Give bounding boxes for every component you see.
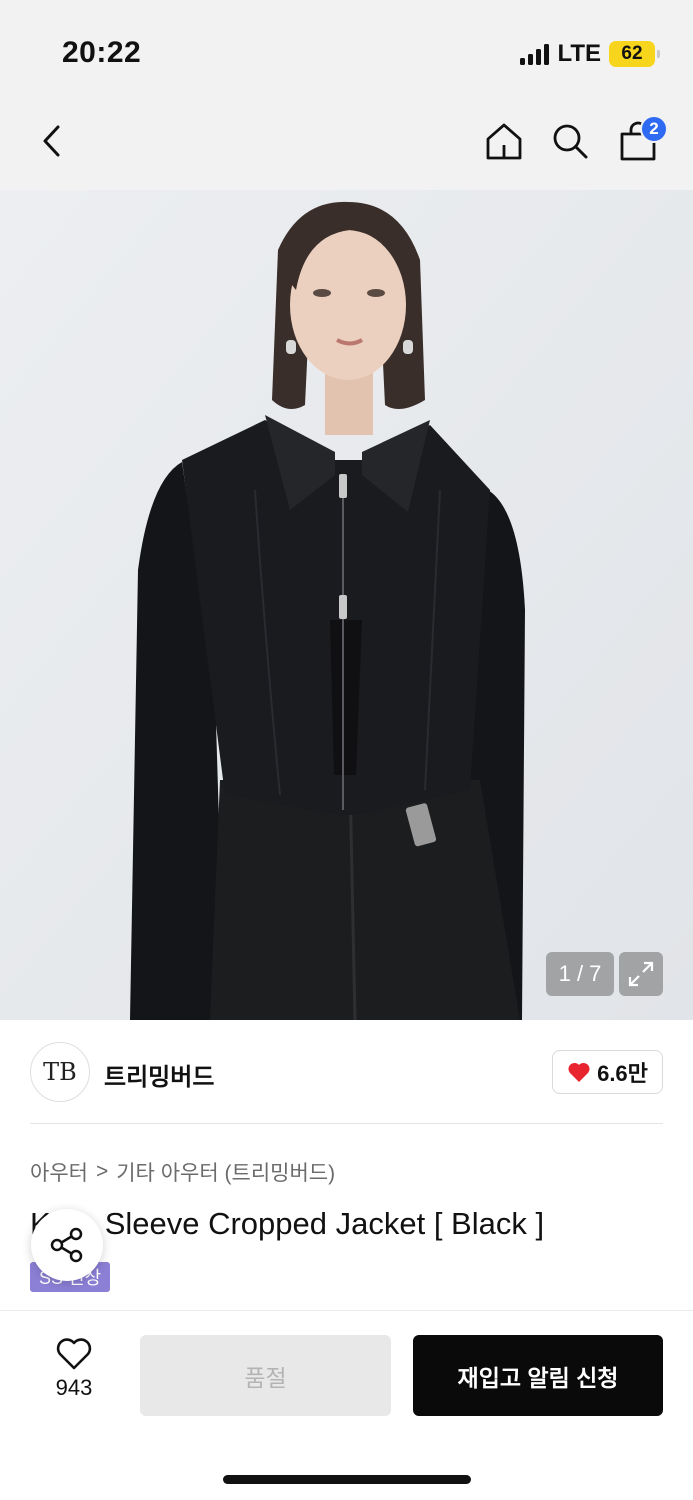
breadcrumb-outer[interactable]: 아우터 (30, 1157, 88, 1187)
battery-icon: 62 (609, 41, 660, 67)
status-indicators: LTE 62 (520, 40, 660, 68)
product-photo (0, 190, 693, 1020)
brand-name[interactable]: 트리밍버드 (104, 1057, 214, 1092)
product-image[interactable] (0, 190, 693, 1020)
top-nav-bar: 2 (0, 95, 693, 190)
home-button[interactable] (476, 113, 532, 169)
heart-filled-icon (568, 1062, 590, 1082)
brand-logo[interactable]: TB (30, 1042, 90, 1102)
image-counter: 1 / 7 (546, 952, 614, 996)
home-icon (486, 123, 522, 160)
chevron-left-icon (43, 125, 60, 157)
share-icon (50, 1227, 83, 1263)
back-button[interactable] (24, 113, 80, 169)
wishlist-button[interactable]: 943 (40, 1337, 108, 1407)
breadcrumb-separator: > (95, 1160, 109, 1183)
signal-icon (520, 43, 550, 65)
search-button[interactable] (542, 113, 598, 169)
soldout-button[interactable]: 품절 (140, 1335, 391, 1416)
brand-row: TB 트리밍버드 6.6만 (0, 1020, 693, 1124)
search-icon (553, 124, 588, 159)
home-indicator[interactable] (223, 1475, 471, 1484)
share-button[interactable] (31, 1209, 103, 1281)
heart-outline-icon (56, 1338, 92, 1370)
cart-button[interactable]: 2 (610, 113, 668, 169)
status-time: 20:22 (62, 36, 142, 69)
breadcrumb-category[interactable]: 기타 아우터 (트리밍버드) (116, 1157, 335, 1187)
wishlist-count: 943 (55, 1375, 93, 1400)
restock-alert-button[interactable]: 재입고 알림 신청 (413, 1335, 663, 1416)
brand-like-count: 6.6만 (597, 1061, 648, 1086)
brand-like-button[interactable]: 6.6만 (552, 1050, 663, 1094)
expand-image-button[interactable] (619, 952, 663, 996)
product-title: KSleeve Cropped Jacket [ Black ] (30, 1206, 544, 1242)
network-label: LTE (557, 40, 601, 67)
bottom-action-bar: 943 품절 재입고 알림 신청 (0, 1310, 693, 1500)
breadcrumb: 아우터 > 기타 아우터 (트리밍버드) (30, 1157, 335, 1187)
cart-count-badge: 2 (640, 115, 668, 143)
status-bar: 20:22 LTE 62 (0, 0, 693, 95)
divider (30, 1123, 663, 1124)
product-title-text: Sleeve Cropped Jacket [ Black ] (104, 1206, 545, 1241)
expand-icon (628, 961, 654, 987)
